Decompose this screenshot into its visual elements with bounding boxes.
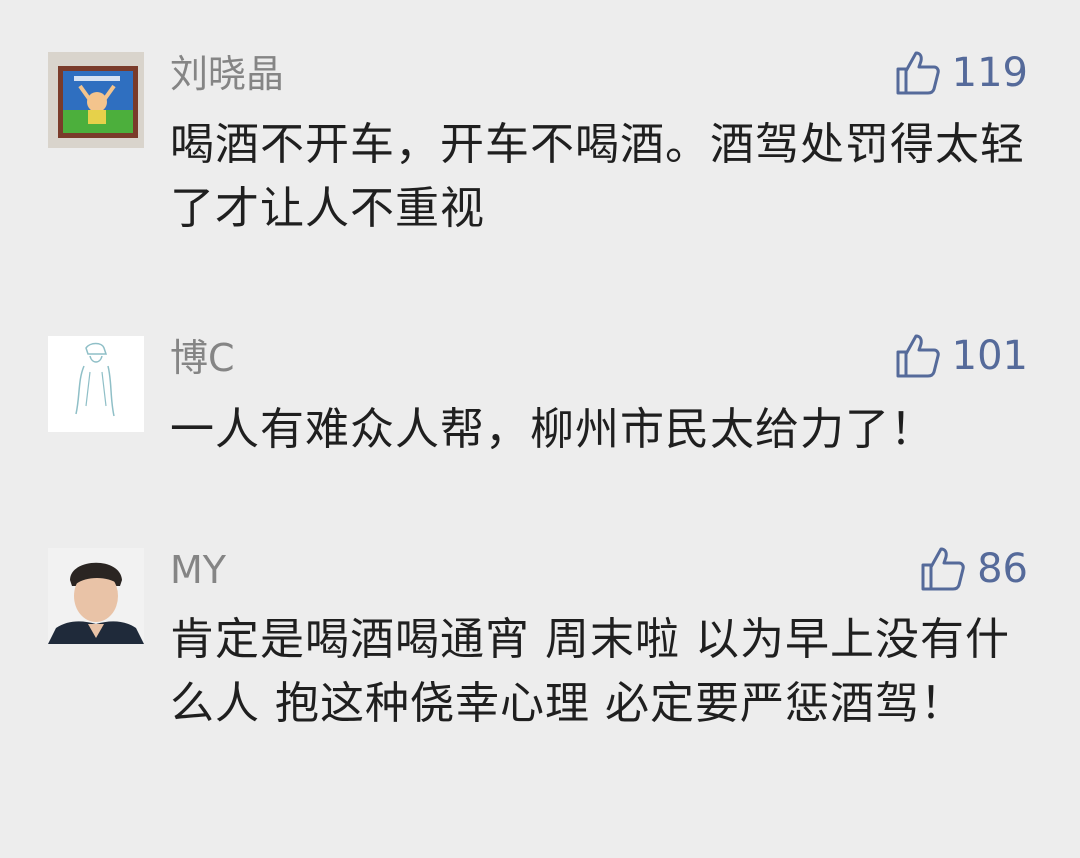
like-button[interactable]: 101 [894,331,1028,381]
like-count: 86 [977,546,1028,592]
like-button[interactable]: 119 [894,48,1028,98]
thumbs-up-icon [896,51,940,95]
comment-text: 喝酒不开车，开车不喝酒。酒驾处罚得太轻了才让人不重视 [170,119,1025,234]
framed-child-drawing-avatar [48,52,144,148]
thumbs-up-icon [896,334,940,378]
young-man-photo-avatar [48,548,144,644]
username[interactable]: 博C [170,336,235,380]
comment-text: 一人有难众人帮，柳州市民太给力了！ [170,404,935,455]
username[interactable]: 刘晓晶 [170,52,284,96]
like-count: 101 [951,333,1028,379]
username[interactable]: MY [170,548,226,592]
avatar[interactable] [48,548,144,644]
sketch-figure-avatar [48,336,144,432]
avatar[interactable] [48,336,144,432]
thumbs-up-icon [921,547,965,591]
comment-text: 肯定是喝酒喝通宵 周末啦 以为早上没有什么人 抱这种侥幸心理 必定要严惩酒驾！ [170,614,1010,729]
like-count: 119 [951,50,1028,96]
avatar[interactable] [48,52,144,148]
like-button[interactable]: 86 [919,544,1028,594]
